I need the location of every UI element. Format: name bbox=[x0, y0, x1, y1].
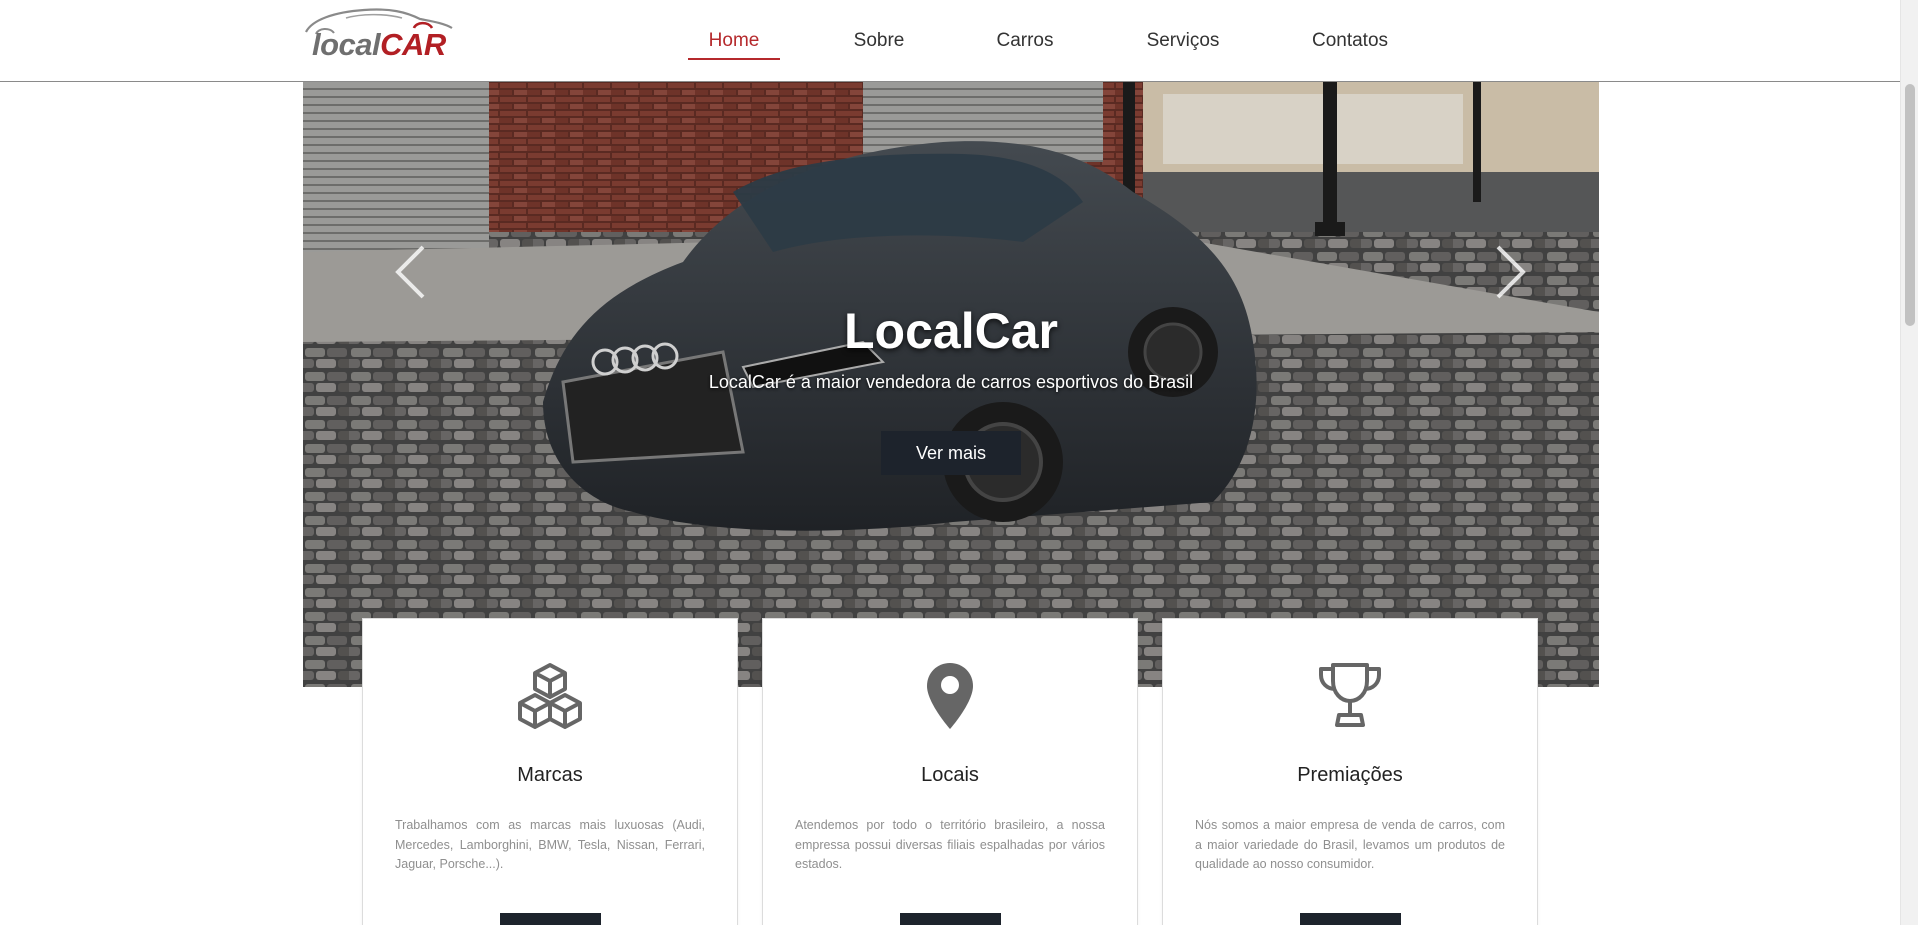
hero-carousel: LocalCar LocalCar é a maior vendedora de… bbox=[303, 82, 1599, 687]
card-text: Nós somos a maior empresa de venda de ca… bbox=[1195, 818, 1505, 871]
logo-text-local: local bbox=[312, 27, 381, 62]
logo-text-car: CAR bbox=[380, 27, 446, 62]
card-marcas: Marcas Trabalhamos com as marcas mais lu… bbox=[362, 618, 738, 925]
nav-item-carros[interactable]: Carros bbox=[970, 0, 1080, 82]
localcar-logo[interactable]: localCAR bbox=[302, 6, 454, 62]
card-title: Marcas bbox=[517, 764, 583, 786]
carousel-next-arrow[interactable] bbox=[1478, 237, 1538, 307]
card-ver-mais-button[interactable]: Ver mais bbox=[900, 913, 1001, 925]
main-menu: Home Sobre Carros Serviços Contatos bbox=[680, 0, 1414, 82]
card-title: Premiações bbox=[1297, 764, 1403, 786]
card-premiacoes: Premiações Nós somos a maior empresa de … bbox=[1162, 618, 1538, 925]
hero-ver-mais-button[interactable]: Ver mais bbox=[881, 431, 1021, 475]
navbar: localCAR Home Sobre Carros Serviços Cont… bbox=[0, 0, 1900, 82]
hero-subtitle: LocalCar é a maior vendedora de carros e… bbox=[708, 372, 1194, 392]
nav-item-home[interactable]: Home bbox=[680, 0, 788, 82]
nav-item-contatos[interactable]: Contatos bbox=[1286, 0, 1414, 82]
trophy-icon bbox=[1319, 663, 1381, 727]
page-scrollbar[interactable] bbox=[1900, 0, 1918, 925]
chevron-right-icon bbox=[1496, 245, 1526, 299]
nav-item-sobre[interactable]: Sobre bbox=[788, 0, 970, 82]
carousel-prev-arrow[interactable] bbox=[383, 237, 443, 307]
hero-title: LocalCar bbox=[844, 303, 1058, 359]
card-locais: Locais Atendemos por todo o território b… bbox=[762, 618, 1138, 925]
card-text: Atendemos por todo o território brasilei… bbox=[795, 818, 1105, 871]
card-title: Locais bbox=[921, 764, 979, 786]
card-text: Trabalhamos com as marcas mais luxuosas … bbox=[395, 818, 705, 871]
map-pin-icon bbox=[927, 663, 973, 729]
nav-item-servicos[interactable]: Serviços bbox=[1080, 0, 1286, 82]
scrollbar-thumb[interactable] bbox=[1905, 84, 1915, 326]
card-ver-mais-button[interactable]: Ver mais bbox=[500, 913, 601, 925]
cubes-icon bbox=[518, 663, 582, 729]
card-ver-mais-button[interactable]: Ver mais bbox=[1300, 913, 1401, 925]
chevron-left-icon bbox=[395, 245, 425, 299]
